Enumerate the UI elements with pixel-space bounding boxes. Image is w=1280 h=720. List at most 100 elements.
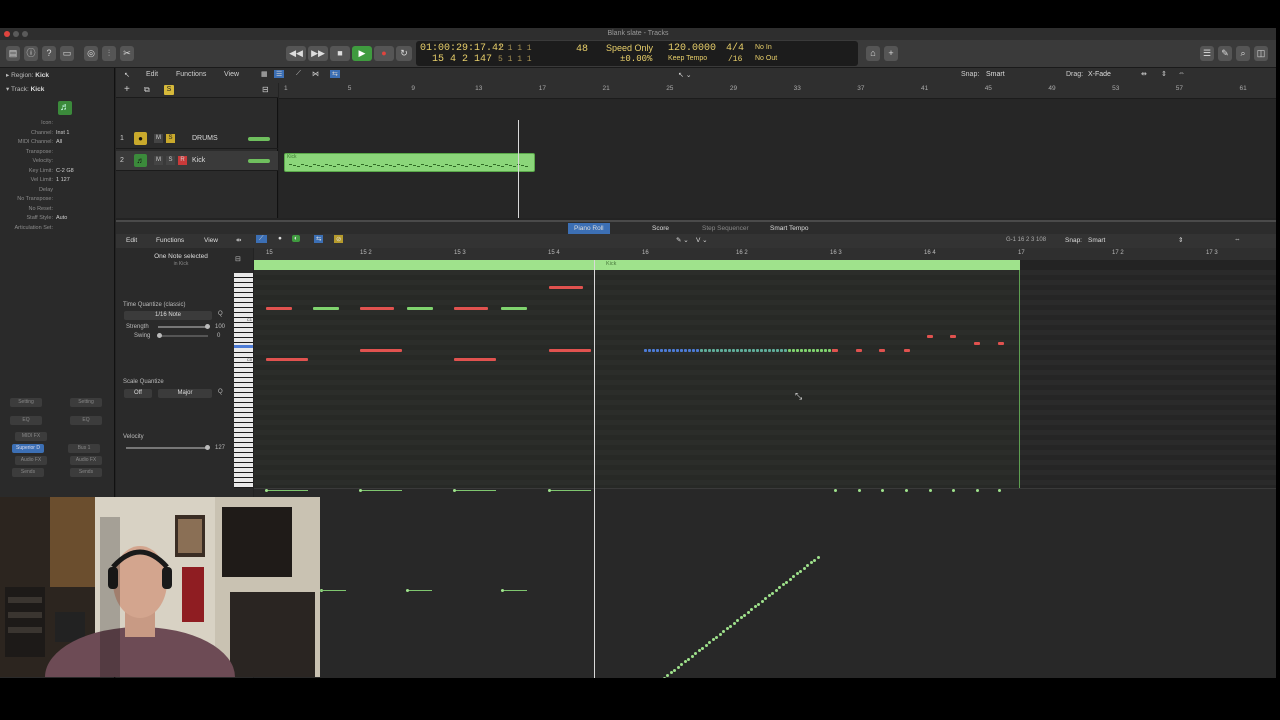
vertical-zoom-icon[interactable]: ⇕ [1161, 70, 1167, 78]
velocity-point[interactable] [802, 566, 806, 570]
midi-note[interactable] [716, 349, 719, 352]
mute-button[interactable]: M [154, 156, 163, 165]
midi-note[interactable] [700, 349, 703, 352]
drag-select[interactable]: X-Fade [1088, 71, 1128, 78]
midi-note[interactable] [788, 349, 791, 352]
midi-note[interactable] [692, 349, 695, 352]
browsers-icon[interactable]: ◫ [1254, 46, 1268, 61]
velocity-point[interactable] [792, 575, 795, 578]
mixer-icon[interactable]: ⫶ [102, 46, 116, 61]
lcd-tempo[interactable]: 120.0000 [668, 43, 716, 54]
velocity-point[interactable] [816, 555, 820, 559]
velocity-point[interactable] [359, 489, 362, 492]
midi-note[interactable] [313, 307, 339, 310]
lcd-signature[interactable]: 4/4 [726, 43, 744, 54]
channel-strip-button[interactable]: MIDI FX [15, 432, 47, 441]
velocity-point[interactable] [680, 663, 683, 666]
midi-note[interactable] [676, 349, 679, 352]
channel-strip-button[interactable]: Audio FX [70, 456, 102, 465]
waveform-zoom-icon[interactable]: ⇹ [1141, 70, 1147, 78]
lcd-display[interactable]: 01:00:29:17.42 15 4 2 147 1 1 1 1 5 1 1 … [416, 41, 858, 66]
midi-note[interactable] [800, 349, 803, 352]
editor-tab[interactable]: Score [646, 223, 675, 234]
channel-strip-button[interactable]: Setting [70, 398, 102, 407]
midi-note[interactable] [804, 349, 807, 352]
solo-button[interactable]: S [166, 156, 175, 165]
list-view-icon[interactable]: ☰ [274, 70, 285, 78]
close-window-button[interactable] [4, 31, 10, 37]
inspector-field[interactable]: Key Limit: C-2 G8 [0, 168, 113, 176]
midi-note[interactable] [720, 349, 723, 352]
track-header[interactable]: 1 ● M S DRUMS [116, 129, 278, 149]
midi-note[interactable] [266, 307, 292, 310]
midi-note[interactable] [756, 349, 759, 352]
velocity-point[interactable] [778, 586, 781, 589]
swing-value[interactable]: 0 [217, 333, 220, 339]
tracks-ruler[interactable]: 1 5 9 13 17 21 25 29 33 37 41 45 49 53 57 61 [279, 83, 1276, 99]
channel-strip-button[interactable]: EQ [10, 416, 42, 425]
velocity-point[interactable] [785, 580, 788, 584]
midi-draw-icon[interactable]: ⟋ [256, 235, 267, 243]
velocity-point[interactable] [736, 619, 739, 622]
pointer-tool-icon[interactable]: ↖ ⌄ [678, 71, 692, 79]
velocity-point[interactable] [799, 569, 802, 573]
tracks-playhead[interactable] [518, 120, 519, 218]
midi-note[interactable] [740, 349, 743, 352]
flex-icon[interactable]: ⋈ [312, 70, 319, 78]
inspector-field[interactable]: Staff Style: Auto [0, 215, 113, 223]
midi-note[interactable] [764, 349, 767, 352]
inspector-field[interactable]: Delay [0, 187, 113, 195]
back-icon[interactable]: ↖ [124, 71, 130, 79]
kick-region[interactable]: Kick [284, 153, 535, 172]
velocity-point[interactable] [406, 589, 409, 592]
inspector-field[interactable]: MIDI Channel: All [0, 139, 113, 147]
editor-snap-select[interactable]: Smart [1088, 237, 1168, 244]
snap-select[interactable]: Smart [986, 71, 1056, 78]
midi-note[interactable] [708, 349, 711, 352]
editor-edit-menu[interactable]: Edit [126, 237, 137, 244]
velocity-point[interactable] [673, 668, 676, 672]
midi-note[interactable] [664, 349, 667, 352]
editor-tab[interactable]: Smart Tempo [764, 223, 815, 234]
midi-note[interactable] [684, 349, 687, 352]
track-name[interactable]: DRUMS [192, 135, 218, 142]
tuner-icon[interactable]: ⌂ [866, 46, 880, 61]
list-editors-icon[interactable]: ☰ [1200, 46, 1214, 61]
add-track-icon[interactable]: + [124, 84, 130, 95]
midi-note[interactable] [828, 349, 831, 352]
editor-view-menu[interactable]: View [204, 237, 218, 244]
velocity-point[interactable] [757, 602, 760, 606]
strength-value[interactable]: 100 [215, 324, 225, 330]
global-tracks-icon[interactable]: ⊟ [262, 85, 269, 94]
midi-note[interactable] [660, 349, 663, 352]
velocity-slider[interactable] [126, 447, 208, 449]
channel-strip-button[interactable]: Sends [12, 468, 44, 477]
swing-slider-knob[interactable] [157, 333, 162, 338]
velocity-point[interactable] [858, 489, 861, 492]
velocity-point[interactable] [265, 489, 268, 492]
midi-note[interactable] [360, 307, 394, 310]
velocity-lane[interactable] [254, 488, 1276, 678]
midi-note[interactable] [772, 349, 775, 352]
velocity-point[interactable] [760, 599, 764, 603]
strength-slider[interactable] [158, 326, 208, 328]
velocity-point[interactable] [771, 591, 774, 595]
record-enable-button[interactable]: R [178, 156, 187, 165]
midi-note[interactable] [927, 335, 933, 338]
track-name[interactable]: Kick [192, 157, 205, 164]
editors-icon[interactable]: ✂ [120, 46, 134, 61]
midi-note[interactable] [796, 349, 799, 352]
midi-note[interactable] [824, 349, 827, 352]
velocity-point[interactable] [746, 610, 750, 614]
velocity-point[interactable] [809, 561, 813, 565]
velocity-point[interactable] [704, 643, 708, 647]
channel-strip-button[interactable]: EQ [70, 416, 102, 425]
velocity-point[interactable] [743, 613, 746, 617]
velocity-point[interactable] [781, 583, 785, 587]
velocity-point[interactable] [788, 577, 792, 581]
velocity-point[interactable] [905, 489, 908, 492]
velocity-point[interactable] [453, 489, 456, 492]
piano-roll-grid[interactable] [254, 270, 1276, 488]
editor-playhead[interactable] [594, 260, 595, 678]
midi-note[interactable] [501, 307, 527, 310]
